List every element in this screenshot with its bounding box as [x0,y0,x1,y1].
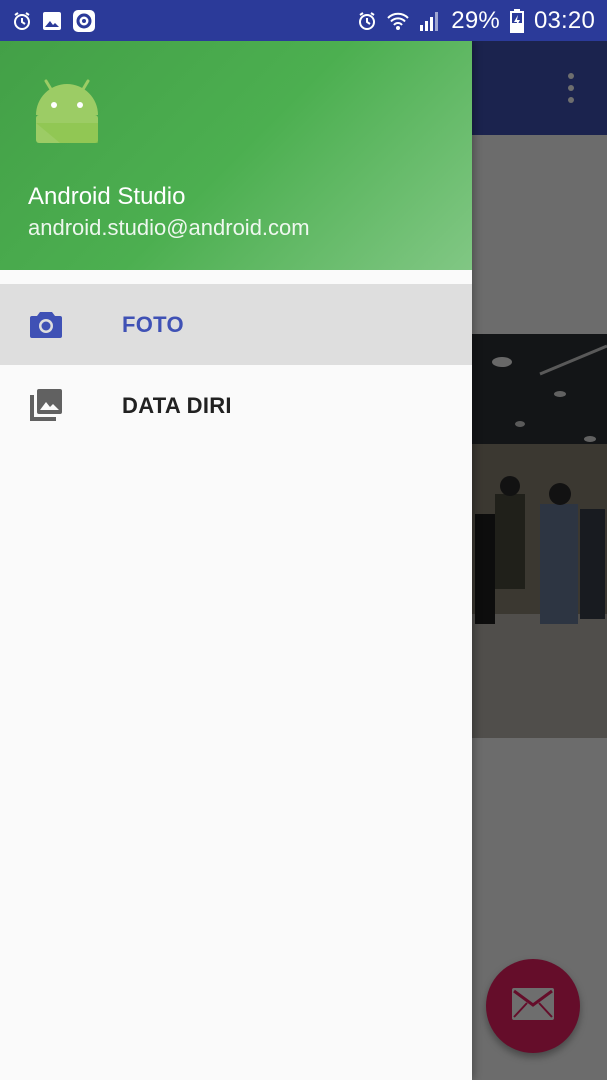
status-bar-left [12,9,96,33]
drawer-item-label: FOTO [122,311,184,337]
wifi-icon [387,11,410,31]
alarm-icon [357,11,377,31]
image-notification-icon [42,11,62,31]
drawer-item-foto[interactable]: FOTO [0,284,472,365]
signal-icon [419,10,441,32]
navigation-drawer: Android Studio android.studio@android.co… [0,41,472,1080]
alarm-icon [12,11,32,31]
header-user-email: android.studio@android.com [28,215,310,240]
battery-icon [509,8,524,33]
battery-percent: 29% [451,6,500,34]
status-bar: 29% 03:20 [0,0,607,41]
camera-icon [28,306,64,342]
drawer-menu: FOTO DATA DIRI [0,284,472,446]
drawer-header: Android Studio android.studio@android.co… [0,41,472,270]
header-user-name: Android Studio [28,183,186,210]
android-icon[interactable] [32,75,102,145]
photo-library-icon [28,387,64,423]
drawer-item-data-diri[interactable]: DATA DIRI [0,365,472,446]
status-bar-right: 29% 03:20 [357,7,595,35]
circle-app-icon [72,9,96,33]
drawer-item-label: DATA DIRI [122,392,232,418]
screen: 29% 03:20 Android Studio android.studio@… [0,0,607,1080]
clock: 03:20 [533,6,595,34]
